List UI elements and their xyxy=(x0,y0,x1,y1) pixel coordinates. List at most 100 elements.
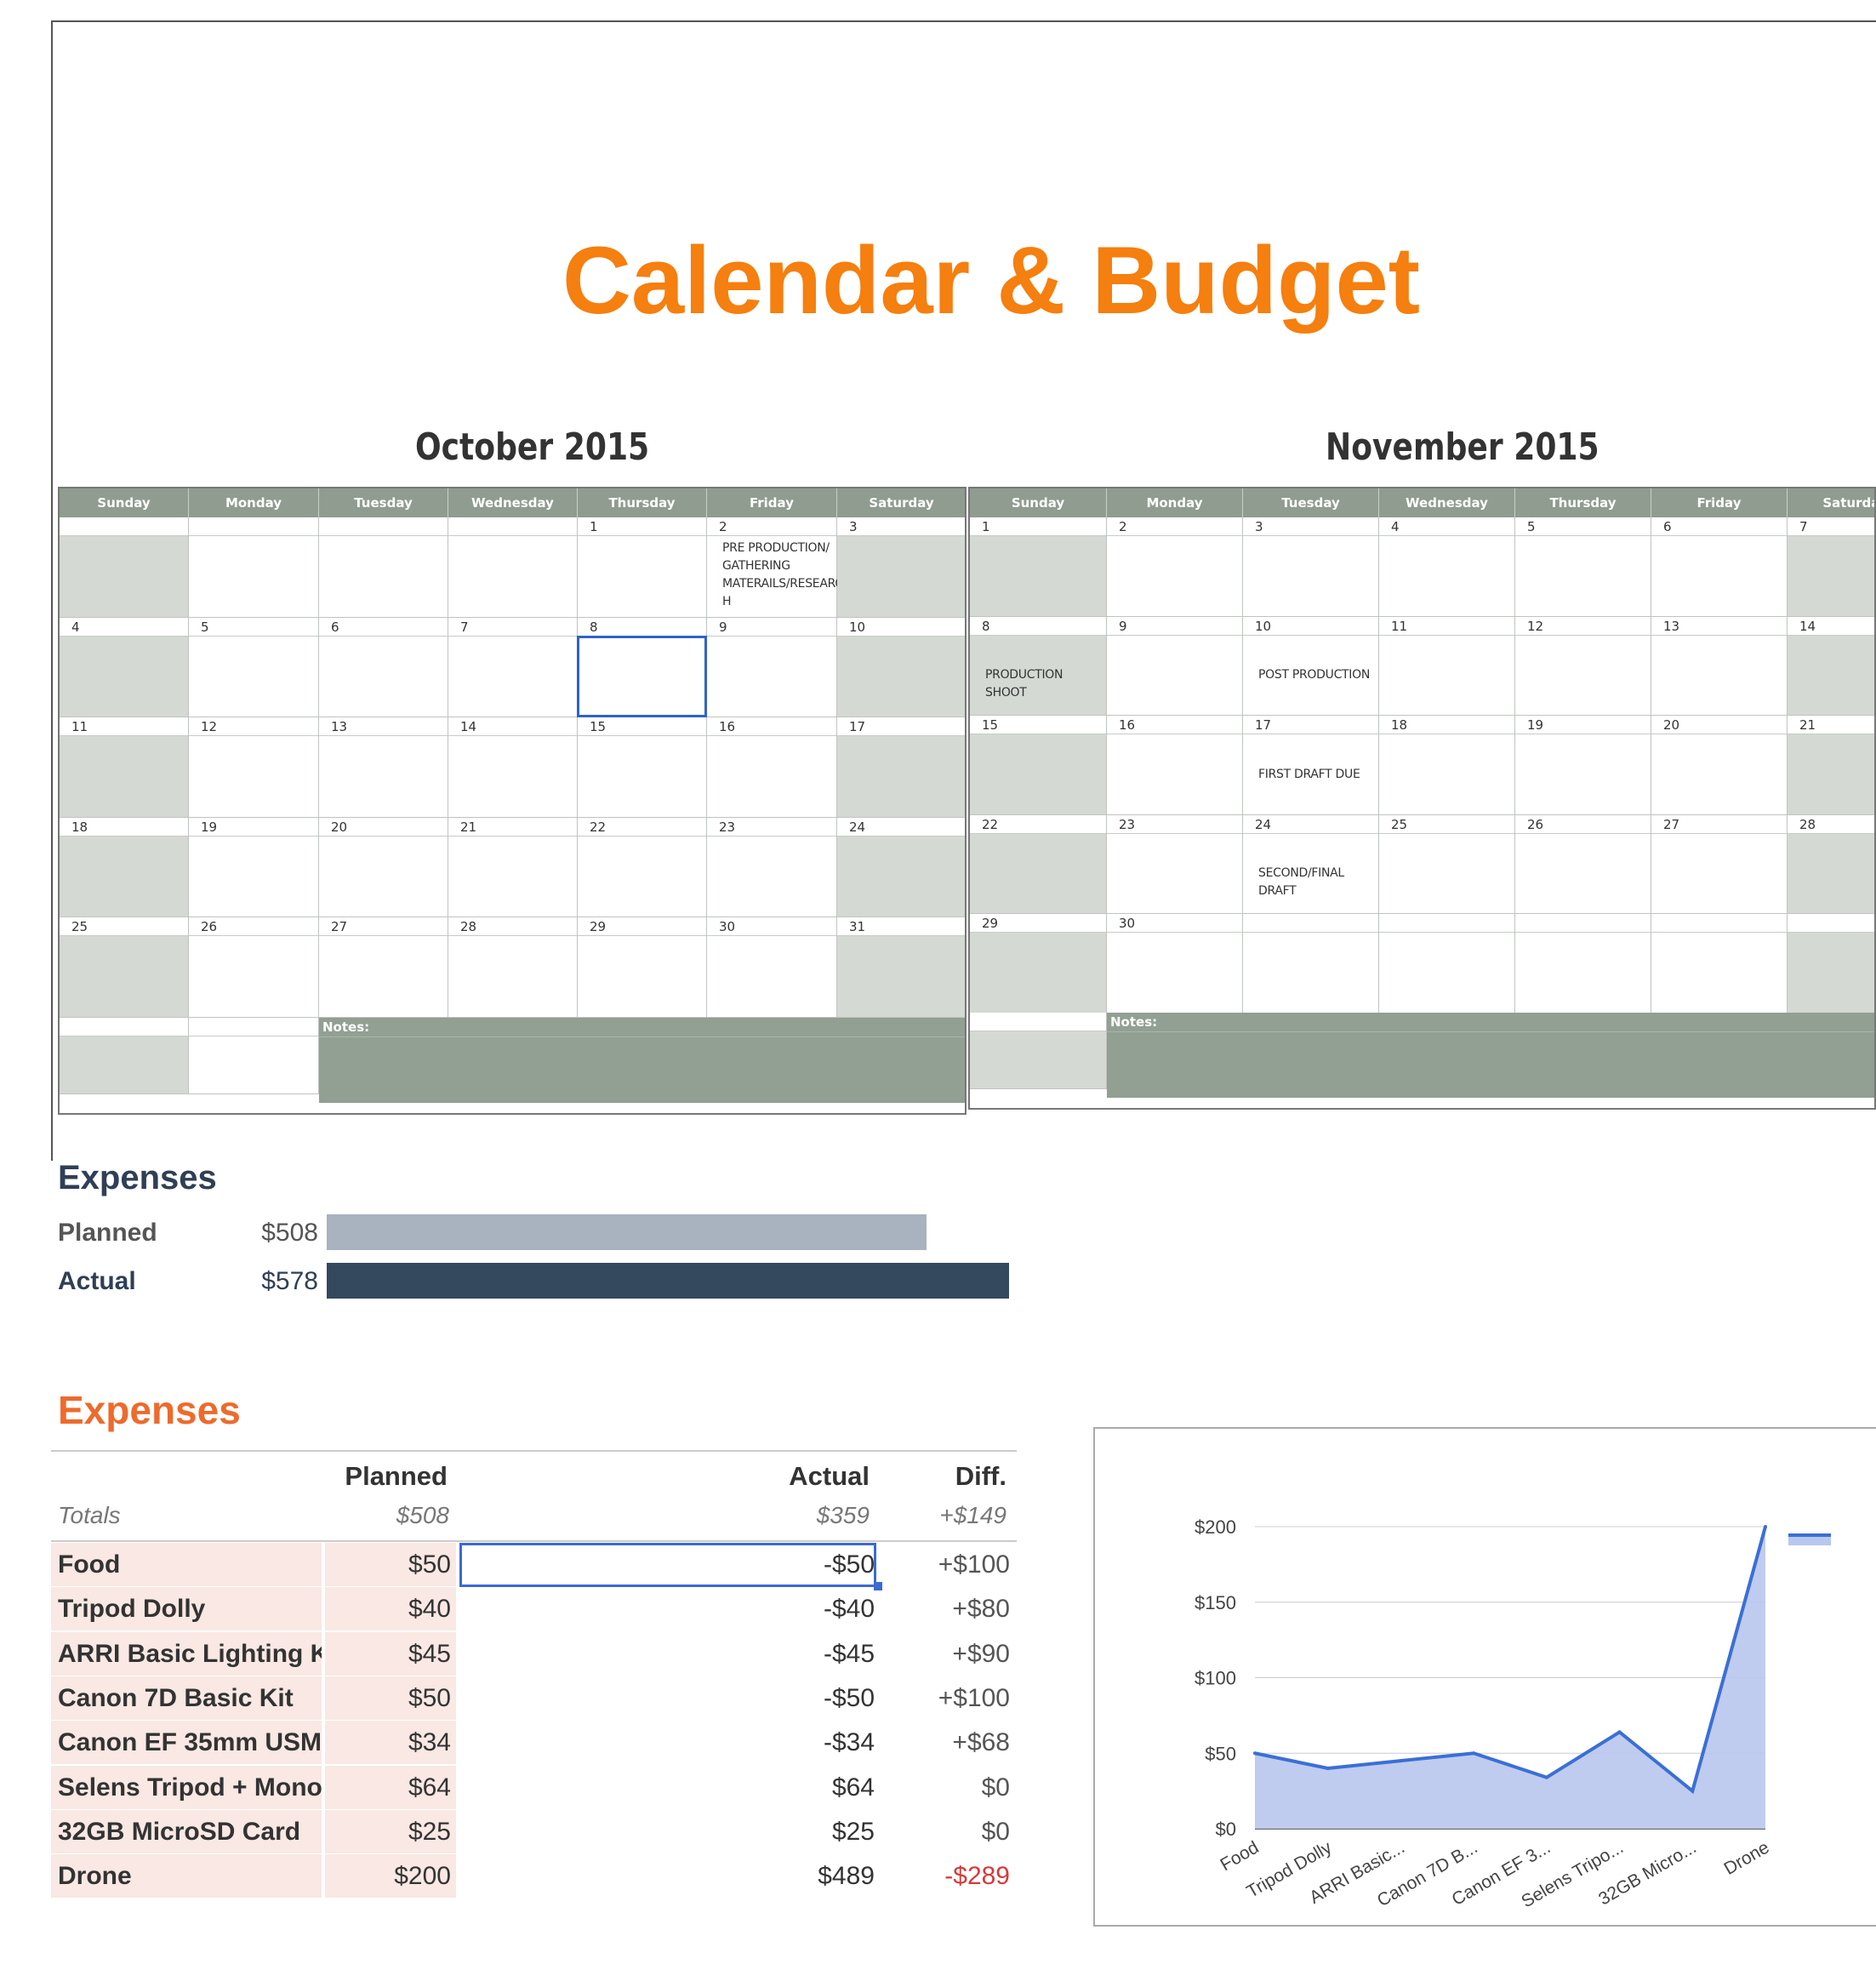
expense-actual[interactable]: -$40 xyxy=(459,1587,876,1631)
expense-name[interactable]: Selens Tripod + Monoj xyxy=(51,1765,322,1810)
calendar-day-cell[interactable]: 12 xyxy=(1515,616,1651,716)
expense-name[interactable]: Food xyxy=(51,1543,322,1587)
calendar-day-cell[interactable]: 12 xyxy=(189,717,319,818)
calendar-day-cell[interactable]: 10 POST PRODUCTION xyxy=(1243,616,1379,716)
calendar-day-cell[interactable] xyxy=(1651,914,1788,1014)
calendar-day-cell[interactable]: 3 xyxy=(1243,517,1379,617)
calendar-day-cell[interactable]: 23 xyxy=(1107,814,1243,914)
expense-planned[interactable]: $40 xyxy=(325,1587,456,1632)
expense-name[interactable]: ARRI Basic Lighting K xyxy=(51,1631,322,1676)
calendar-day-cell[interactable]: 1 xyxy=(578,517,707,618)
expense-planned[interactable]: $200 xyxy=(325,1854,456,1899)
calendar-day-cell[interactable]: 29 xyxy=(578,917,707,1018)
calendar-day-cell[interactable]: 18 xyxy=(1379,716,1515,815)
calendar-day-cell[interactable]: 9 xyxy=(707,617,837,717)
expense-planned[interactable]: $64 xyxy=(325,1765,456,1810)
notes-area[interactable]: Notes: xyxy=(1107,1013,1874,1098)
calendar-day-cell[interactable]: 25 xyxy=(60,917,189,1018)
expense-planned[interactable]: $25 xyxy=(325,1809,456,1854)
calendar-day-cell[interactable]: 19 xyxy=(1515,716,1651,815)
calendar-day-cell[interactable]: 21 xyxy=(1788,716,1874,815)
calendar-day-cell[interactable] xyxy=(319,517,448,618)
calendar-day-cell[interactable] xyxy=(60,517,189,618)
expense-actual[interactable]: $489 xyxy=(459,1854,876,1899)
calendar-day-cell[interactable]: 2 PRE PRODUCTION/ GATHERING MATERAILS/RES… xyxy=(707,517,843,618)
calendar-day-cell[interactable]: 7 xyxy=(448,617,578,717)
day-number: 20 xyxy=(1651,716,1787,734)
calendar-day-cell[interactable]: 31 xyxy=(837,917,965,1018)
calendar-day-cell[interactable]: 13 xyxy=(319,717,448,818)
calendar-day-cell[interactable] xyxy=(1243,914,1379,1014)
expense-actual[interactable]: $64 xyxy=(459,1766,876,1810)
expense-planned[interactable]: $50 xyxy=(325,1543,456,1587)
calendar-day-cell[interactable] xyxy=(1515,914,1651,1014)
calendar-day-cell[interactable]: 16 xyxy=(1107,716,1243,815)
calendar-day-cell[interactable]: 16 xyxy=(707,717,837,818)
calendar-day-cell[interactable]: 23 xyxy=(707,817,837,917)
calendar-day-cell[interactable]: 21 xyxy=(448,817,578,917)
expense-name[interactable]: Canon EF 35mm USM xyxy=(51,1721,322,1766)
calendar-day-cell[interactable]: 2 xyxy=(1107,517,1243,617)
expense-actual[interactable]: -$50 xyxy=(459,1543,876,1587)
chart-point xyxy=(1764,1525,1767,1528)
calendar-day-cell[interactable]: 3 xyxy=(837,517,965,618)
calendar-day-cell[interactable]: 4 xyxy=(1379,517,1515,617)
calendar-day-cell[interactable]: 10 xyxy=(837,617,965,717)
calendar-day-cell[interactable]: 26 xyxy=(1515,814,1651,914)
calendar-day-cell[interactable]: 15 xyxy=(970,716,1107,815)
calendar-day-cell[interactable]: 14 xyxy=(448,717,578,818)
calendar-day-cell[interactable]: 5 xyxy=(189,617,319,717)
calendar-day-cell[interactable]: 28 xyxy=(448,917,578,1018)
expense-actual[interactable]: -$45 xyxy=(459,1632,876,1676)
calendar-day-cell[interactable]: 27 xyxy=(319,917,448,1018)
calendar-day-cell[interactable]: 30 xyxy=(707,917,837,1018)
calendar-day-cell[interactable]: 22 xyxy=(578,817,707,917)
calendar-day-cell[interactable]: 15 xyxy=(578,717,707,818)
calendar-day-cell[interactable]: 11 xyxy=(1379,616,1515,716)
calendar-day-cell[interactable]: 29 xyxy=(970,914,1107,1014)
expense-actual[interactable]: $25 xyxy=(459,1810,876,1854)
calendar-day-cell[interactable]: 6 xyxy=(319,617,448,717)
calendar-day-cell[interactable] xyxy=(448,517,578,618)
calendar-day-cell[interactable]: 6 xyxy=(1651,517,1788,617)
calendar-day-cell[interactable]: 1 xyxy=(970,517,1107,617)
calendar-day-cell[interactable]: 5 xyxy=(1515,517,1651,617)
calendar-day-cell[interactable] xyxy=(1379,914,1515,1014)
expense-planned[interactable]: $45 xyxy=(325,1631,456,1676)
calendar-day-cell[interactable]: 24 SECOND/FINAL DRAFT xyxy=(1243,814,1379,914)
calendar-day-cell[interactable]: 11 xyxy=(60,717,189,818)
calendar-day-cell[interactable]: 24 xyxy=(837,817,965,917)
calendar-day-cell[interactable]: 20 xyxy=(319,817,448,917)
totals-planned: $508 xyxy=(396,1502,449,1528)
expense-name[interactable]: 32GB MicroSD Card xyxy=(51,1809,322,1854)
calendar-day-cell[interactable]: 18 xyxy=(60,817,189,917)
expense-planned[interactable]: $34 xyxy=(325,1721,456,1766)
calendar-day-cell[interactable]: 25 xyxy=(1379,814,1515,914)
calendar-day-cell[interactable]: 20 xyxy=(1651,716,1788,815)
notes-area[interactable]: Notes: xyxy=(319,1018,965,1103)
calendar-day-cell[interactable]: 17 xyxy=(837,717,965,818)
calendar-day-cell[interactable] xyxy=(189,517,319,618)
calendar-day-cell[interactable]: 19 xyxy=(189,817,319,917)
calendar-day-cell[interactable]: 26 xyxy=(189,917,319,1018)
expense-name[interactable]: Tripod Dolly xyxy=(51,1587,322,1632)
calendar-day-cell[interactable]: 28 xyxy=(1788,814,1874,914)
calendar-day-cell[interactable]: 7 xyxy=(1788,517,1874,617)
calendar-day-cell[interactable]: 9 xyxy=(1107,616,1243,716)
calendar-day-cell[interactable]: 22 xyxy=(970,814,1107,914)
expense-actual[interactable]: -$34 xyxy=(459,1721,876,1765)
calendar-day-cell[interactable]: 27 xyxy=(1651,814,1788,914)
day-number: 12 xyxy=(1515,616,1651,636)
calendar-day-cell[interactable]: 8 xyxy=(577,617,707,717)
calendar-day-cell[interactable]: 17 FIRST DRAFT DUE xyxy=(1243,716,1379,815)
calendar-day-cell[interactable]: 30 xyxy=(1107,914,1243,1014)
calendar-day-cell[interactable]: 4 xyxy=(60,617,189,717)
expense-actual[interactable]: -$50 xyxy=(459,1676,876,1721)
expense-planned[interactable]: $50 xyxy=(325,1676,456,1721)
calendar-day-cell[interactable] xyxy=(1788,914,1874,1014)
calendar-day-cell[interactable]: 8 PRODUCTION SHOOT xyxy=(970,616,1107,716)
expense-name[interactable]: Drone xyxy=(51,1854,322,1899)
calendar-day-cell[interactable]: 13 xyxy=(1651,616,1788,716)
calendar-day-cell[interactable]: 14 xyxy=(1788,616,1874,716)
expense-name[interactable]: Canon 7D Basic Kit xyxy=(51,1676,322,1721)
